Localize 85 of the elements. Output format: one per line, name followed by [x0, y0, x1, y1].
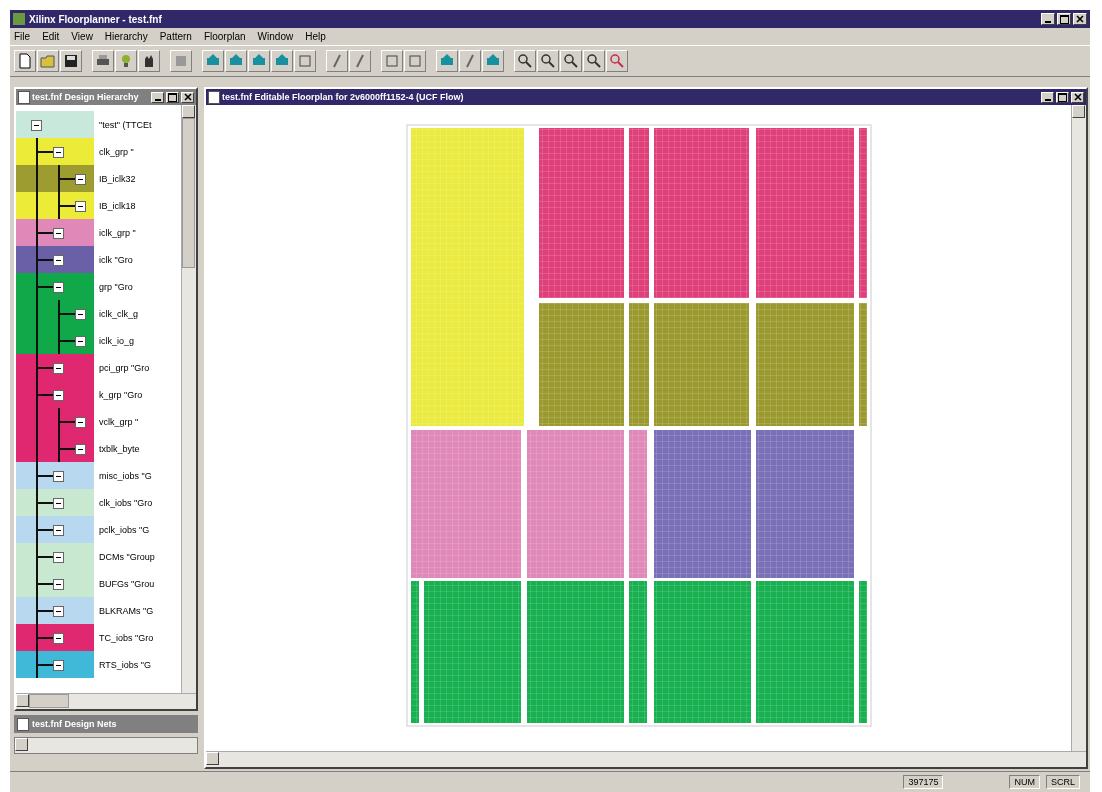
collapse-icon[interactable] — [53, 363, 64, 374]
vertical-scrollbar[interactable] — [1071, 105, 1086, 751]
collapse-icon[interactable] — [53, 660, 64, 671]
status-coordinates: 397175 — [903, 775, 944, 789]
cell-button[interactable] — [404, 50, 426, 72]
collapse-icon[interactable] — [53, 147, 64, 158]
minimized-window[interactable]: test.fnf Design Nets — [14, 715, 198, 733]
flip-button[interactable] — [326, 50, 348, 72]
blank-button[interactable] — [170, 50, 192, 72]
collapse-icon[interactable] — [75, 336, 86, 347]
minimize-button[interactable] — [1041, 13, 1055, 25]
menu-item[interactable]: Floorplan — [203, 31, 246, 42]
folder-icon — [40, 53, 56, 69]
layout-button[interactable] — [381, 50, 403, 72]
square-icon — [173, 53, 189, 69]
collapse-icon[interactable] — [53, 606, 64, 617]
vertical-scrollbar[interactable] — [181, 105, 196, 693]
menu-item[interactable]: Hierarchy — [104, 31, 148, 42]
maximize-button[interactable] — [1057, 13, 1071, 25]
zoom-fit-button[interactable] — [560, 50, 582, 72]
collapse-icon[interactable] — [75, 201, 86, 212]
status-indicator: SCRL — [1046, 775, 1080, 789]
horizontal-scrollbar[interactable] — [16, 693, 196, 709]
frame-icon — [384, 53, 400, 69]
status-indicator: NUM — [1009, 775, 1040, 789]
hand-button[interactable] — [138, 50, 160, 72]
zoom-area-button[interactable] — [583, 50, 605, 72]
collapse-icon[interactable] — [75, 309, 86, 320]
group-button[interactable] — [294, 50, 316, 72]
shape-button[interactable] — [482, 50, 504, 72]
app-icon — [13, 13, 25, 25]
rotate-button[interactable] — [349, 50, 371, 72]
collapse-icon[interactable] — [75, 444, 86, 455]
zoom-out-button[interactable] — [537, 50, 559, 72]
page-icon — [17, 53, 33, 69]
window-title: Xilinx Floorplanner - test.fnf — [29, 13, 163, 25]
menu-item[interactable]: View — [71, 31, 93, 42]
horizontal-scrollbar[interactable] — [14, 737, 198, 754]
zoom-in-button[interactable] — [514, 50, 536, 72]
right-button[interactable] — [271, 50, 293, 72]
collapse-icon[interactable] — [53, 552, 64, 563]
panel-title: test.fnf Design Hierarchy — [32, 92, 140, 102]
frame-icon — [407, 53, 423, 69]
person-button[interactable] — [436, 50, 458, 72]
collapse-icon[interactable] — [31, 120, 42, 131]
magnifier-icon — [540, 53, 556, 69]
collapse-icon[interactable] — [53, 525, 64, 536]
collapse-icon[interactable] — [53, 579, 64, 590]
collapse-icon[interactable] — [53, 228, 64, 239]
horizontal-scrollbar[interactable] — [206, 751, 1086, 767]
magnifier-icon — [563, 53, 579, 69]
menu-item[interactable]: Edit — [42, 31, 60, 42]
menu-item[interactable]: Help — [305, 31, 326, 42]
down-button[interactable] — [225, 50, 247, 72]
minimize-button[interactable] — [1041, 91, 1054, 103]
menu-item[interactable]: Window — [257, 31, 294, 42]
new-file-button[interactable] — [14, 50, 36, 72]
open-button[interactable] — [37, 50, 59, 72]
collapse-icon[interactable] — [53, 471, 64, 482]
magnifier-icon — [517, 53, 533, 69]
collapse-icon[interactable] — [53, 498, 64, 509]
menu-item[interactable]: Pattern — [159, 31, 192, 42]
maximize-button[interactable] — [1056, 91, 1069, 103]
collapse-icon[interactable] — [75, 417, 86, 428]
zoom-select-button[interactable] — [606, 50, 628, 72]
save-button[interactable] — [60, 50, 82, 72]
frame-icon — [297, 53, 313, 69]
collapse-icon[interactable] — [53, 390, 64, 401]
up-button[interactable] — [202, 50, 224, 72]
magnifier-icon — [609, 53, 625, 69]
window-title: test.fnf Editable Floorplan for 2v6000ff1152-4 (UCF Flow) — [222, 92, 465, 102]
collapse-icon[interactable] — [75, 174, 86, 185]
collapse-icon[interactable] — [53, 633, 64, 644]
close-button[interactable] — [1073, 13, 1087, 25]
document-icon — [17, 717, 29, 731]
close-button[interactable] — [1071, 91, 1084, 103]
collapse-icon[interactable] — [53, 282, 64, 293]
collapse-icon[interactable] — [53, 255, 64, 266]
magnifier-icon — [586, 53, 602, 69]
bulb-button[interactable] — [115, 50, 137, 72]
minimized-window-title: test.fnf Design Nets — [32, 719, 118, 729]
menu-item[interactable]: File — [14, 31, 31, 42]
left-button[interactable] — [248, 50, 270, 72]
print-button[interactable] — [92, 50, 114, 72]
pointer-button[interactable] — [459, 50, 481, 72]
